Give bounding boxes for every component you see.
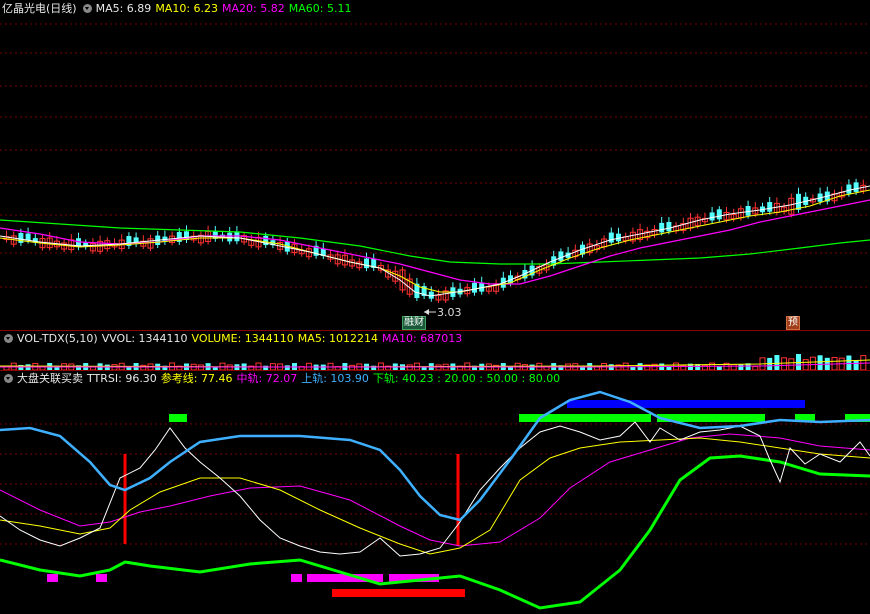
signal-bar [96, 574, 107, 582]
candle-body [716, 209, 722, 220]
volume-bar [817, 355, 823, 370]
volume-panel[interactable]: VOL-TDX(5,10) VVOL: 1344110 VOLUME: 134411… [0, 330, 870, 370]
candle-body [767, 202, 773, 212]
volume-bar [846, 355, 852, 370]
candle-body [853, 182, 859, 192]
ref-label: 参考线: 77.46 [160, 372, 233, 385]
candle-body [364, 258, 369, 269]
vvol-label: VVOL: 1344110 [101, 332, 188, 345]
signal-bar [47, 574, 58, 582]
ttrsi-label: TTRSI: 96.30 [87, 372, 157, 385]
dropdown-icon[interactable] [4, 334, 13, 343]
down-label: 下轨: 40.23 : 20.00 : 50.00 : 80.00 [372, 372, 561, 385]
dropdown-icon[interactable] [4, 374, 13, 383]
volume-header: VOL-TDX(5,10) VVOL: 1344110 VOLUME: 134411… [0, 330, 466, 348]
ma20-label: MA20: 5.82 [222, 2, 285, 15]
vol-name: VOL-TDX(5,10) [17, 332, 98, 345]
mid-label: 中轨: 72.07 [236, 372, 298, 385]
signal-bar [291, 574, 302, 582]
volume-bar [796, 354, 801, 370]
event-badge-left[interactable]: 融财 [402, 316, 426, 330]
mid-band-line [0, 433, 870, 547]
signal-bar [169, 414, 187, 422]
candle-body [709, 212, 715, 221]
volume-label: VOLUME: 1344110 [191, 332, 294, 345]
candle-body [18, 232, 24, 243]
ma5-label: MA5: 6.89 [95, 2, 152, 15]
volume-bar [774, 355, 780, 370]
vol-ma10-label: MA10: 687013 [382, 332, 463, 345]
vol-ma5-label: MA5: 1012214 [297, 332, 379, 345]
candle-body [659, 222, 665, 233]
volume-bar [781, 357, 788, 370]
indicator-name: 大盘关联买卖 [17, 372, 83, 385]
volume-bar [788, 358, 795, 370]
ma60-label: MA60: 5.11 [288, 2, 352, 15]
indicator-panel[interactable]: 大盘关联买卖 TTRSI: 96.30 参考线: 77.46 中轨: 72.07 上轨:… [0, 370, 870, 614]
price-panel[interactable]: 亿晶光电(日线) MA5: 6.89 MA10: 6.23 MA20: 5.82 MA6… [0, 0, 870, 330]
signal-bar [332, 589, 465, 597]
candle-body [796, 193, 801, 210]
signal-bar [567, 400, 805, 408]
candle-body [666, 222, 672, 232]
event-badge-right[interactable]: 预 [786, 316, 800, 330]
volume-bar [853, 360, 859, 370]
ma10-label: MA10: 6.23 [155, 2, 219, 15]
stock-title: 亿晶光电(日线) [2, 2, 77, 15]
indicator-chart[interactable] [0, 370, 870, 614]
volume-bar [809, 356, 816, 370]
low-arrow-head [424, 309, 429, 315]
candle-body [472, 282, 477, 293]
dropdown-icon[interactable] [82, 4, 92, 13]
price-header: 亿晶光电(日线) MA5: 6.89 MA10: 6.23 MA20: 5.82 MA6… [0, 0, 355, 18]
lower-band-line [0, 454, 870, 610]
low-price-label: 3.03 [437, 306, 462, 319]
candle-body [558, 251, 564, 261]
indicator-header: 大盘关联买卖 TTRSI: 96.30 参考线: 77.46 中轨: 72.07 上轨:… [0, 370, 564, 388]
up-label: 上轨: 103.90 [301, 372, 369, 385]
candle-body [846, 184, 852, 194]
candle-body [608, 232, 614, 243]
price-chart[interactable] [0, 0, 870, 330]
